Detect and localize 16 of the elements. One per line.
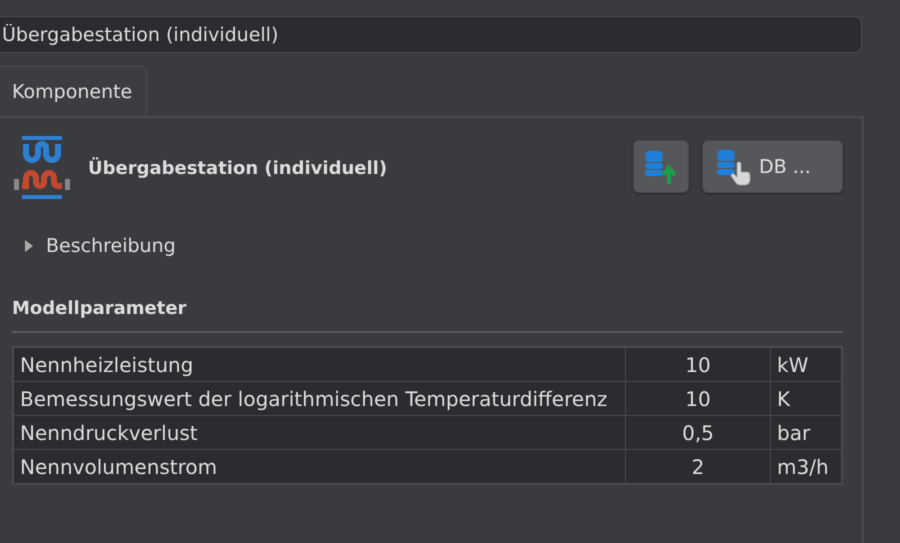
expand-arrow-icon[interactable]	[24, 240, 34, 252]
section-label[interactable]: Beschreibung	[46, 235, 176, 257]
heat-exchanger-icon	[14, 136, 70, 200]
parameter-name: Bemessungswert der logarithmischen Temperaturdifferenz	[13, 382, 626, 416]
tab[interactable]: Komponente	[0, 66, 148, 116]
parameter-value[interactable]: 10	[626, 347, 770, 382]
component-title: Übergabestation (individuell)	[88, 158, 388, 178]
section-heading: Modellparameter	[12, 298, 843, 333]
upload-database-button[interactable]	[633, 140, 689, 193]
parameter-value[interactable]: 10	[626, 382, 770, 416]
database-pointer-icon	[715, 148, 753, 186]
database-select-button[interactable]: DB ...	[702, 140, 843, 193]
parameter-value[interactable]: 0,5	[626, 416, 770, 450]
name-field[interactable]: Übergabestation (individuell)	[0, 16, 862, 53]
parameter-name: Nenndruckverlust	[13, 416, 626, 450]
parameter-name: Nennheizleistung	[13, 347, 626, 382]
